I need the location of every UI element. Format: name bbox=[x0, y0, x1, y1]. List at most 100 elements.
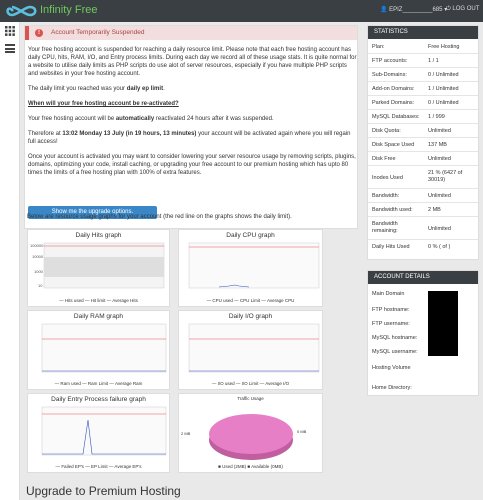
io-chart-svg bbox=[188, 323, 320, 373]
account-row: Main Domain bbox=[372, 291, 405, 297]
reactivation-suffix: reactivated 24 hours after it was suspen… bbox=[154, 116, 274, 122]
username: EPIZ_________685 bbox=[389, 7, 443, 13]
graph-title: Daily RAM graph bbox=[73, 313, 124, 320]
graph-title: Daily CPU graph bbox=[226, 232, 275, 239]
daily-io-graph: Daily I/O graph — I/O used — I/O Limit —… bbox=[178, 310, 323, 390]
stat-key: Daily Hits Used bbox=[372, 244, 410, 250]
legend-used: Failed EP's bbox=[61, 464, 84, 469]
cpu-chart-svg bbox=[188, 242, 320, 289]
graphs-caption: Below are resource usage graphs for your… bbox=[27, 214, 292, 220]
graph-title: Daily Hits graph bbox=[75, 232, 122, 239]
legend-limit: CPU Limit bbox=[239, 298, 261, 303]
legend-limit: EP Limit bbox=[90, 464, 108, 469]
ep-chart-svg bbox=[41, 406, 167, 456]
warning-icon: ! bbox=[35, 29, 43, 37]
stat-key: Sub-Domains: bbox=[372, 72, 407, 78]
stat-row: Disk Free Unlimited bbox=[368, 153, 478, 166]
hamburger-menu-icon[interactable] bbox=[5, 44, 15, 53]
reactivation-question: When will your free hosting account be r… bbox=[28, 101, 179, 107]
stat-row: Bandwidth remaining: Unlimited bbox=[368, 218, 478, 240]
legend-average: Average Hits bbox=[112, 298, 138, 303]
stat-row: Add-on Domains: 1 / Unlimited bbox=[368, 83, 478, 96]
legend-limit: I/O Limit bbox=[241, 381, 259, 386]
suspension-explanation: Your free hosting account is suspended f… bbox=[28, 47, 357, 77]
stat-value: Unlimited bbox=[428, 128, 451, 134]
account-row: Hosting Volume bbox=[372, 365, 411, 371]
stat-value: Unlimited bbox=[428, 193, 451, 199]
stat-value: 1 / 1 bbox=[428, 58, 439, 64]
reactivation-bold: automatically bbox=[115, 116, 155, 122]
daily-limit-suffix: . bbox=[163, 86, 165, 92]
stat-key: Disk Quota: bbox=[372, 128, 401, 134]
redacted-block bbox=[428, 291, 458, 356]
logout-button[interactable]: ⏻ LOG OUT bbox=[446, 6, 479, 13]
graph-legend: — I/O used — I/O Limit — Average I/O bbox=[211, 381, 290, 386]
daily-ram-graph: Daily RAM graph — Ram used — Ram Limit —… bbox=[27, 310, 170, 390]
stat-row: Disk Space Used 137 MB bbox=[368, 139, 478, 152]
legend-limit: Ram Limit bbox=[87, 381, 109, 386]
account-details-panel: ACCOUNT DETAILS Main Domain FTP hostname… bbox=[367, 270, 479, 396]
stat-row: Bandwidth used: 2 MB bbox=[368, 204, 478, 217]
stat-key: FTP accounts: bbox=[372, 58, 408, 64]
top-navbar: Infinity Free 👤 EPIZ_________685 ▾ ⏻ LOG… bbox=[0, 0, 483, 22]
stat-row: FTP accounts: 1 / 1 bbox=[368, 55, 478, 68]
stat-key: Inodes Used bbox=[372, 175, 403, 181]
suspension-alert: ! Account Temporarily Suspended bbox=[25, 26, 357, 40]
daily-cpu-graph: Daily CPU graph — CPU used — CPU Limit —… bbox=[178, 229, 323, 307]
graph-title: Daily Entry Process failure graph bbox=[51, 396, 146, 403]
legend-limit: Hit limit bbox=[90, 298, 106, 303]
stat-key: Add-on Domains: bbox=[372, 86, 415, 92]
legend-used: Hits used bbox=[64, 298, 84, 303]
reactivation-time: 13:02 Monday 13 July (in 19 hours, 13 mi… bbox=[62, 131, 197, 137]
graph-title: Daily I/O graph bbox=[228, 313, 273, 320]
account-row: FTP username: bbox=[372, 321, 410, 327]
graph-legend: — Failed EP's — EP Limit — Average EP's bbox=[55, 464, 142, 469]
infinity-logo-icon[interactable] bbox=[4, 3, 38, 19]
stat-key: Bandwidth remaining: bbox=[372, 221, 398, 234]
account-row: MySQL hostname: bbox=[372, 335, 418, 341]
logout-label: LOG OUT bbox=[452, 6, 480, 12]
alert-text: Account Temporarily Suspended bbox=[51, 29, 145, 36]
reactivation-text: Your free hosting account will be automa… bbox=[28, 115, 358, 123]
stat-key: Bandwidth: bbox=[372, 193, 400, 199]
stat-row: MySQL Databases: 1 / 999 bbox=[368, 111, 478, 124]
stat-value: Free Hosting bbox=[428, 44, 460, 50]
legend-used: CPU used bbox=[212, 298, 233, 303]
stat-value: 1 / 999 bbox=[428, 114, 445, 120]
graph-legend: — Hits used — Hit limit — Average Hits bbox=[59, 298, 138, 303]
daily-entry-process-graph: Daily Entry Process failure graph — Fail… bbox=[27, 393, 170, 473]
graph-legend: — CPU used — CPU Limit — Average CPU bbox=[206, 298, 295, 303]
stat-value: 0 / Unlimited bbox=[428, 72, 459, 78]
pie-label-used: 2 MB bbox=[181, 431, 191, 436]
graph-title: Traffic Usage bbox=[237, 396, 264, 401]
stat-value: 137 MB bbox=[428, 142, 447, 148]
y-tick-label: 1000 bbox=[34, 269, 44, 274]
grid-icon[interactable] bbox=[5, 26, 15, 36]
left-sidebar bbox=[0, 22, 20, 500]
pie-label-free: 0 MB bbox=[297, 429, 307, 434]
stat-key: Plan: bbox=[372, 44, 385, 50]
stat-key: Disk Free bbox=[372, 156, 396, 162]
user-menu[interactable]: 👤 EPIZ_________685 ▾ bbox=[380, 6, 447, 13]
y-tick-label: 10 bbox=[38, 283, 43, 288]
reactivation-time-prefix: Therefore at bbox=[28, 131, 63, 137]
brand-name[interactable]: Infinity Free bbox=[40, 4, 97, 16]
upgrade-section-title: Upgrade to Premium Hosting bbox=[26, 484, 181, 498]
account-row: FTP hostname: bbox=[372, 307, 410, 313]
statistics-header: STATISTICS bbox=[368, 26, 478, 39]
stat-row: Inodes Used 21 % (6427 of 30019) bbox=[368, 167, 478, 189]
stat-row: Plan: Free Hosting bbox=[368, 41, 478, 54]
stat-row: Parked Domains: 0 / Unlimited bbox=[368, 97, 478, 110]
stat-key: Bandwidth used: bbox=[372, 207, 413, 213]
hits-chart-svg: 100000 10000 1000 10 bbox=[30, 242, 165, 289]
stat-value: 0 % ( of ) bbox=[428, 244, 451, 250]
stat-key: MySQL Databases: bbox=[372, 114, 420, 120]
legend-average: Average Ram bbox=[114, 381, 143, 386]
stat-row: Disk Quota: Unlimited bbox=[368, 125, 478, 138]
stat-row: Daily Hits Used 0 % ( of ) bbox=[368, 241, 478, 254]
account-row: Home Directory: bbox=[372, 385, 412, 391]
statistics-panel: STATISTICS Plan: Free Hosting FTP account… bbox=[367, 25, 479, 260]
stat-value: 0 / Unlimited bbox=[428, 100, 459, 106]
legend-used: Ram used bbox=[60, 381, 81, 386]
ram-chart-svg bbox=[41, 323, 167, 373]
